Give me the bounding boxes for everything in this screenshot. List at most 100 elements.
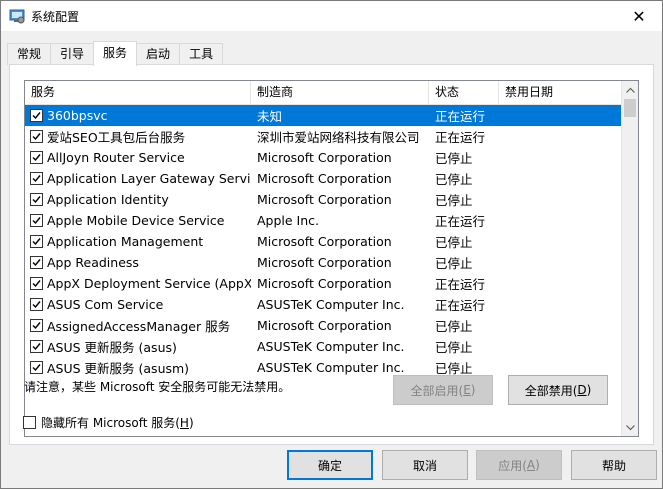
service-checkbox[interactable] [30, 214, 43, 227]
service-cell: Application Layer Gateway Service [25, 171, 251, 186]
apply-button[interactable]: 应用(A) [476, 450, 562, 480]
tab-tools[interactable]: 工具 [179, 43, 224, 65]
hide-ms-accel: H [179, 415, 189, 430]
service-checkbox[interactable] [30, 361, 43, 374]
service-name: Application Management [47, 234, 204, 249]
column-header-service[interactable]: 服务 [25, 81, 251, 105]
table-row[interactable]: 爱站SEO工具包后台服务 深圳市爱站网络科技有限公司 正在运行 [25, 126, 622, 147]
manufacturer-cell: ASUSTeK Computer Inc. [257, 297, 405, 312]
manufacturer-cell: ASUSTeK Computer Inc. [257, 339, 405, 354]
enable-all-tail: ) [470, 383, 476, 397]
service-name: AppX Deployment Service (AppX... [47, 276, 251, 291]
service-cell: Application Management [25, 234, 251, 249]
service-cell: App Readiness [25, 255, 251, 270]
manufacturer-cell: 未知 [257, 109, 283, 124]
service-checkbox[interactable] [30, 256, 43, 269]
security-notice: 请注意，某些 Microsoft 安全服务可能无法禁用。 [24, 380, 291, 394]
checkmark-icon [32, 154, 41, 162]
system-config-window: 系统配置 ✕ 常规 引导 服务 启动 工具 服务 制造商 状态 禁用日期 360… [0, 0, 663, 489]
ok-button[interactable]: 确定 [287, 450, 373, 480]
scroll-up-arrow-icon[interactable] [622, 81, 638, 98]
table-row[interactable]: 360bpsvc 未知 正在运行 [25, 105, 622, 126]
system-config-app-icon [9, 8, 25, 24]
disable-all-tail: ) [586, 383, 592, 397]
service-checkbox[interactable] [30, 298, 43, 311]
service-checkbox[interactable] [30, 277, 43, 290]
service-checkbox[interactable] [30, 319, 43, 332]
manufacturer-cell: Microsoft Corporation [257, 192, 392, 207]
service-checkbox[interactable] [30, 151, 43, 164]
service-cell: AppX Deployment Service (AppX... [25, 276, 251, 291]
close-button[interactable]: ✕ [616, 1, 662, 31]
status-cell: 正在运行 [435, 130, 486, 145]
vertical-scrollbar[interactable] [621, 81, 638, 436]
service-name: Application Layer Gateway Service [47, 171, 251, 186]
service-cell: Application Identity [25, 192, 251, 207]
manufacturer-cell: Microsoft Corporation [257, 150, 392, 165]
table-row[interactable]: AllJoyn Router Service Microsoft Corporat… [25, 147, 622, 168]
apply-label: 应用( [498, 458, 527, 473]
checkmark-icon [32, 175, 41, 183]
table-row[interactable]: App Readiness Microsoft Corporation 已停止 [25, 252, 622, 273]
tab-strip: 常规 引导 服务 启动 工具 [7, 41, 224, 66]
checkmark-icon [32, 112, 41, 120]
scroll-down-arrow-icon[interactable] [622, 419, 638, 436]
table-row[interactable]: Application Management Microsoft Corporat… [25, 231, 622, 252]
manufacturer-cell: Microsoft Corporation [257, 234, 392, 249]
table-row[interactable]: ASUS 更新服务 (asus) ASUSTeK Computer Inc. 已停止 [25, 336, 622, 357]
tab-startup[interactable]: 启动 [136, 43, 181, 65]
service-name: 360bpsvc [47, 108, 108, 123]
table-row[interactable]: AppX Deployment Service (AppX... Microsof… [25, 273, 622, 294]
tab-services[interactable]: 服务 [93, 41, 138, 66]
column-header-status[interactable]: 状态 [429, 81, 499, 105]
service-checkbox[interactable] [30, 193, 43, 206]
service-checkbox[interactable] [30, 172, 43, 185]
status-cell: 已停止 [435, 172, 473, 187]
checkmark-icon [32, 280, 41, 288]
enable-all-accel: E [463, 383, 471, 397]
tab-boot[interactable]: 引导 [50, 43, 95, 65]
service-name: AllJoyn Router Service [47, 150, 185, 165]
status-cell: 正在运行 [435, 214, 486, 229]
tab-general[interactable]: 常规 [7, 43, 52, 65]
enable-all-button[interactable]: 全部启用(E) [393, 375, 493, 405]
hide-ms-tail: ) [188, 415, 194, 430]
service-cell: ASUS 更新服务 (asus) [25, 337, 251, 356]
service-name: AssignedAccessManager 服务 [47, 319, 231, 334]
service-checkbox[interactable] [30, 109, 43, 122]
manufacturer-cell: Microsoft Corporation [257, 318, 392, 333]
status-cell: 正在运行 [435, 277, 486, 292]
table-row[interactable]: Apple Mobile Device Service Apple Inc. 正在运… [25, 210, 622, 231]
status-cell: 已停止 [435, 340, 473, 355]
service-checkbox[interactable] [30, 340, 43, 353]
help-button[interactable]: 帮助 [571, 450, 657, 480]
checkmark-icon [32, 301, 41, 309]
table-row[interactable]: AssignedAccessManager 服务 Microsoft Corpor… [25, 315, 622, 336]
cancel-button[interactable]: 取消 [382, 450, 468, 480]
service-name: Application Identity [47, 192, 169, 207]
service-checkbox[interactable] [30, 235, 43, 248]
column-header-disabled-date[interactable]: 禁用日期 [499, 81, 622, 105]
disable-all-label: 全部禁用( [524, 383, 578, 398]
table-row[interactable]: Application Identity Microsoft Corporatio… [25, 189, 622, 210]
disable-all-button[interactable]: 全部禁用(D) [508, 375, 608, 405]
scroll-thumb[interactable] [624, 99, 636, 117]
list-rows: 360bpsvc 未知 正在运行 爱站SEO工具包后台服务 深圳市爱站网络科技有限公司正… [25, 105, 622, 378]
status-cell: 已停止 [435, 193, 473, 208]
service-cell: 360bpsvc [25, 108, 251, 123]
apply-tail: ) [535, 458, 540, 472]
service-cell: 爱站SEO工具包后台服务 [25, 127, 251, 146]
status-cell: 已停止 [435, 256, 473, 271]
service-cell: ASUS Com Service [25, 297, 251, 312]
manufacturer-cell: ASUSTeK Computer Inc. [257, 360, 405, 375]
service-cell: AssignedAccessManager 服务 [25, 316, 251, 335]
hide-microsoft-services[interactable]: 隐藏所有 Microsoft 服务(H) [23, 414, 194, 431]
checkmark-icon [32, 322, 41, 330]
service-checkbox[interactable] [30, 130, 43, 143]
checkmark-icon [32, 196, 41, 204]
column-header-manufacturer[interactable]: 制造商 [251, 81, 429, 105]
hide-microsoft-services-checkbox[interactable] [23, 416, 36, 429]
table-row[interactable]: ASUS Com Service ASUSTeK Computer Inc. 正在运… [25, 294, 622, 315]
title-bar[interactable]: 系统配置 ✕ [1, 1, 662, 31]
table-row[interactable]: Application Layer Gateway Service Microso… [25, 168, 622, 189]
